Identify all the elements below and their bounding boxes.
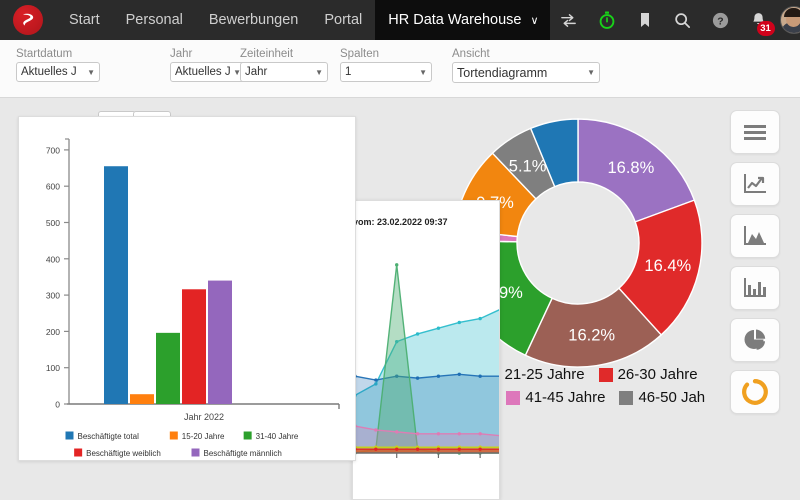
svg-text:?: ?	[717, 16, 723, 27]
startdatum-value: Aktuelles J	[21, 66, 77, 78]
legend-item[interactable]: 46-50 Jah	[619, 389, 705, 406]
legend-item[interactable]: 26-30 Jahre	[598, 366, 698, 383]
nav-label: Portal	[324, 12, 363, 28]
dashboard-content: 16.8%16.4%16.2%15.9%9.7%5.1% Jahre 21-25…	[0, 98, 800, 500]
company-logo[interactable]	[0, 0, 56, 40]
legend-label: 46-50 Jah	[638, 389, 706, 406]
table-view-button[interactable]	[730, 110, 780, 154]
svg-text:16.4%: 16.4%	[644, 257, 691, 275]
line-chart-button[interactable]	[730, 162, 780, 206]
nav-item-bewerbungen[interactable]: Bewerbungen	[196, 0, 312, 40]
hamburger-icon	[742, 122, 768, 142]
chart-type-rail	[724, 110, 786, 490]
svg-text:Jahr 2022: Jahr 2022	[184, 412, 224, 422]
bookmark-icon[interactable]	[626, 0, 664, 40]
swap-icon[interactable]	[550, 0, 588, 40]
filter-toolbar: Startdatum Aktuelles J ▼ « » Jahr Aktuel…	[0, 40, 800, 131]
line-chart-icon	[742, 172, 768, 196]
area-chart-icon	[742, 224, 768, 248]
spalten-value: 1	[345, 66, 352, 78]
chevron-down-icon: ▼	[587, 68, 595, 77]
legend-label: 41-45 Jahre	[525, 389, 606, 406]
spalten-field: Spalten 1 ▼	[340, 48, 432, 82]
svg-text:5.1%: 5.1%	[509, 157, 547, 175]
svg-text:Beschäftigte weiblich: Beschäftigte weiblich	[86, 449, 161, 458]
top-navigation-bar: Start Personal Bewerbungen Portal HR Dat…	[0, 0, 800, 40]
nav-label: Start	[69, 12, 100, 28]
svg-text:700: 700	[46, 145, 60, 155]
chevron-down-icon: ∨	[530, 14, 539, 27]
area-chart-button[interactable]	[730, 214, 780, 258]
legend-swatch	[619, 390, 634, 405]
svg-text:16.8%: 16.8%	[607, 159, 654, 177]
notification-badge: 31	[756, 21, 775, 36]
stopwatch-icon[interactable]	[588, 0, 626, 40]
nav-item-hr-data-warehouse[interactable]: HR Data Warehouse ∨	[375, 0, 550, 40]
jahr-label: Jahr	[170, 48, 193, 60]
zeiteinheit-select[interactable]: Jahr ▼	[240, 62, 328, 82]
jahr-value: Aktuelles J	[175, 66, 231, 78]
svg-text:100: 100	[46, 363, 60, 373]
startdatum-select[interactable]: Aktuelles J ▼	[16, 62, 100, 82]
legend-label: 26-30 Jahre	[617, 366, 698, 383]
bar-chart-icon	[742, 276, 768, 300]
jahr-field: Jahr Aktuelles J ▼	[170, 48, 246, 82]
nav-item-personal[interactable]: Personal	[113, 0, 196, 40]
svg-text:400: 400	[46, 254, 60, 264]
notification-icon[interactable]: 31	[740, 0, 778, 40]
startdatum-field: Startdatum Aktuelles J ▼	[16, 48, 100, 82]
bar-chart-button[interactable]	[730, 266, 780, 310]
status-area-chart-panel: d vom: 23.02.2022 09:37	[352, 200, 500, 500]
avatar-hair	[784, 8, 800, 17]
search-icon[interactable]	[664, 0, 702, 40]
bar-chart-svg: 0 100 200 300 400 500 600 700 Jahr 2022 Beschäfti…	[46, 138, 340, 458]
user-avatar[interactable]	[779, 6, 800, 34]
legend-swatch	[598, 367, 613, 382]
svg-text:500: 500	[46, 218, 60, 228]
nav-label: Personal	[125, 12, 183, 28]
pie-chart-button[interactable]	[730, 318, 780, 362]
ansicht-label: Ansicht	[452, 48, 490, 60]
nav-label: Bewerbungen	[208, 12, 299, 28]
svg-text:Beschäftigte total: Beschäftigte total	[78, 432, 140, 441]
ansicht-value: Tortendiagramm	[457, 65, 548, 80]
legend-item[interactable]: 21-25 Jahre	[485, 366, 585, 383]
svg-text:0: 0	[55, 400, 60, 410]
nav-label: HR Data Warehouse	[388, 12, 522, 28]
nav-item-start[interactable]: Start	[56, 0, 113, 40]
legend-label: 21-25 Jahre	[504, 366, 585, 383]
legend-swatch	[506, 390, 521, 405]
startdatum-label: Startdatum	[16, 48, 73, 60]
svg-text:16.2%: 16.2%	[568, 326, 615, 344]
area-chart-svg	[353, 263, 499, 458]
chevron-down-icon: ▼	[315, 67, 323, 77]
jahr-select[interactable]: Aktuelles J ▼	[170, 62, 246, 82]
help-icon[interactable]: ?	[702, 0, 740, 40]
nav-item-portal[interactable]: Portal	[311, 0, 375, 40]
svg-text:200: 200	[46, 327, 60, 337]
ansicht-select[interactable]: Tortendiagramm ▼	[452, 62, 600, 83]
spalten-select[interactable]: 1 ▼	[340, 62, 432, 82]
logo-mark	[13, 5, 43, 35]
legend-item[interactable]: 41-45 Jahre	[506, 389, 605, 406]
ansicht-field: Ansicht Tortendiagramm ▼	[452, 48, 600, 83]
svg-text:31-40 Jahre: 31-40 Jahre	[256, 432, 299, 441]
zeiteinheit-field: Zeiteinheit Jahr ▼	[240, 48, 328, 82]
donut-chart-icon	[742, 379, 768, 405]
svg-text:600: 600	[46, 182, 60, 192]
beschaeftigte-bar-chart-panel: 0 100 200 300 400 500 600 700 Jahr 2022 Beschäfti…	[18, 116, 356, 461]
svg-text:15-20 Jahre: 15-20 Jahre	[182, 432, 225, 441]
chevron-down-icon: ▼	[87, 67, 95, 77]
zeiteinheit-label: Zeiteinheit	[240, 48, 294, 60]
chevron-down-icon: ▼	[419, 67, 427, 77]
donut-chart-button[interactable]	[730, 370, 780, 414]
spalten-label: Spalten	[340, 48, 380, 60]
svg-text:300: 300	[46, 291, 60, 301]
pie-chart-icon	[742, 327, 768, 353]
svg-text:Beschäftigte männlich: Beschäftigte männlich	[204, 449, 282, 458]
zeiteinheit-value: Jahr	[245, 66, 268, 78]
top-icon-group: ? 31	[550, 0, 800, 40]
